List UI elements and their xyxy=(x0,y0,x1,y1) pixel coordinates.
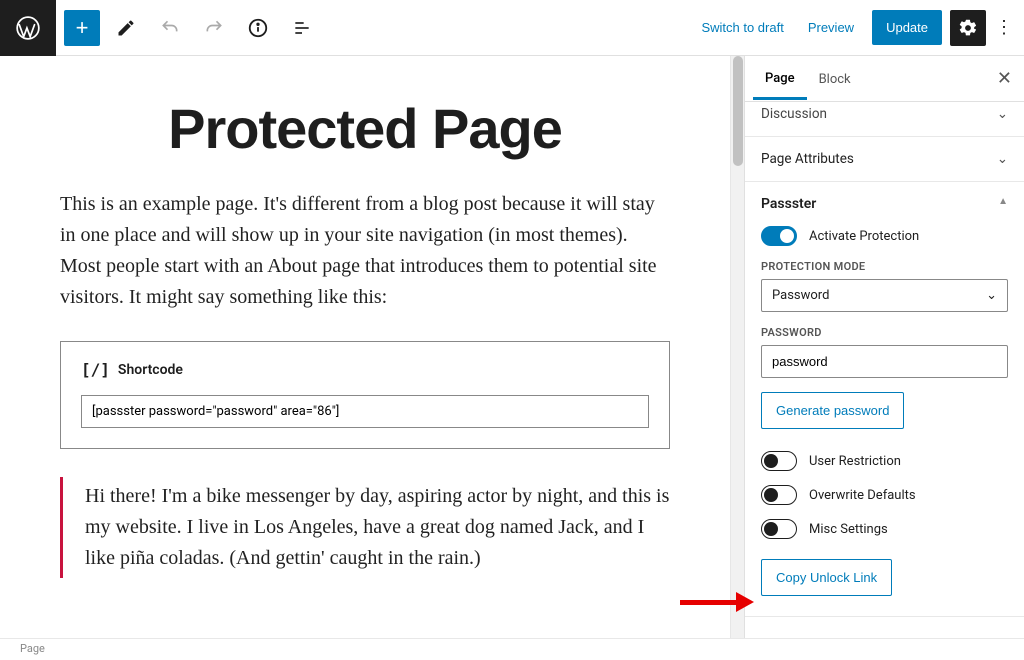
undo-button[interactable] xyxy=(152,10,188,46)
shortcode-header: [/] Shortcode xyxy=(81,360,649,379)
panel-passster-label: Passster xyxy=(761,196,816,212)
activate-protection-row: Activate Protection xyxy=(761,226,1008,246)
misc-settings-toggle[interactable] xyxy=(761,519,797,539)
overwrite-defaults-toggle[interactable] xyxy=(761,485,797,505)
activate-protection-toggle[interactable] xyxy=(761,226,797,246)
preview-button[interactable]: Preview xyxy=(796,12,866,43)
workspace: Protected Page This is an example page. … xyxy=(0,56,1024,660)
shortcode-block[interactable]: [/] Shortcode xyxy=(60,341,670,449)
paragraph-block[interactable]: This is an example page. It's different … xyxy=(60,189,670,313)
user-restriction-row: User Restriction xyxy=(761,451,1008,471)
breadcrumb-text: Page xyxy=(20,642,45,655)
settings-sidebar: Page Block ✕ Discussion ⌄ Page Attribute… xyxy=(744,56,1024,660)
chevron-down-icon: ⌄ xyxy=(986,288,997,303)
redo-button[interactable] xyxy=(196,10,232,46)
shortcode-input[interactable] xyxy=(81,395,649,428)
activate-protection-label: Activate Protection xyxy=(809,229,919,244)
editor-canvas[interactable]: Protected Page This is an example page. … xyxy=(0,56,730,660)
quote-block[interactable]: Hi there! I'm a bike messenger by day, a… xyxy=(60,477,670,578)
outline-button[interactable] xyxy=(284,10,320,46)
sidebar-tabs: Page Block ✕ xyxy=(745,56,1024,102)
tab-block[interactable]: Block xyxy=(807,58,863,99)
misc-settings-row: Misc Settings xyxy=(761,519,1008,539)
panel-page-attributes-label: Page Attributes xyxy=(761,151,854,167)
chevron-down-icon: ⌄ xyxy=(997,151,1008,167)
copy-unlock-link-button[interactable]: Copy Unlock Link xyxy=(761,559,892,596)
scrollbar-thumb[interactable] xyxy=(733,56,743,166)
add-block-button[interactable]: + xyxy=(64,10,100,46)
edit-tool-button[interactable] xyxy=(108,10,144,46)
sidebar-body: Discussion ⌄ Page Attributes ⌄ Passster … xyxy=(745,102,1024,660)
close-sidebar-button[interactable]: ✕ xyxy=(997,68,1012,89)
panel-discussion[interactable]: Discussion ⌄ xyxy=(745,102,1024,137)
protection-mode-value: Password xyxy=(772,288,829,303)
panel-page-attributes[interactable]: Page Attributes ⌄ xyxy=(745,137,1024,182)
password-input[interactable] xyxy=(761,345,1008,378)
panel-discussion-label: Discussion xyxy=(761,106,827,122)
top-toolbar: + Switch to draft Preview Update ⋮ xyxy=(0,0,1024,56)
page-title[interactable]: Protected Page xyxy=(60,96,670,161)
misc-settings-label: Misc Settings xyxy=(809,522,888,537)
user-restriction-toggle[interactable] xyxy=(761,451,797,471)
update-button[interactable]: Update xyxy=(872,10,942,45)
protection-mode-select[interactable]: Password ⌄ xyxy=(761,279,1008,312)
protection-mode-label: PROTECTION MODE xyxy=(761,260,1008,273)
more-options-button[interactable]: ⋮ xyxy=(992,17,1016,38)
overwrite-defaults-label: Overwrite Defaults xyxy=(809,488,916,503)
wordpress-logo[interactable] xyxy=(0,0,56,56)
generate-password-button[interactable]: Generate password xyxy=(761,392,904,429)
overwrite-defaults-row: Overwrite Defaults xyxy=(761,485,1008,505)
password-label: PASSWORD xyxy=(761,326,1008,339)
shortcode-label: Shortcode xyxy=(118,362,183,378)
panel-passster-header[interactable]: Passster ▲ xyxy=(761,196,1008,212)
chevron-down-icon: ⌄ xyxy=(997,106,1008,122)
editor-scrollbar[interactable] xyxy=(730,56,744,660)
collapse-icon: ▲ xyxy=(998,196,1008,212)
settings-button[interactable] xyxy=(950,10,986,46)
panel-passster: Passster ▲ Activate Protection PROTECTIO… xyxy=(745,182,1024,617)
user-restriction-label: User Restriction xyxy=(809,454,901,469)
shortcode-icon: [/] xyxy=(81,360,110,379)
switch-to-draft-button[interactable]: Switch to draft xyxy=(689,12,795,43)
tab-page[interactable]: Page xyxy=(753,57,807,100)
footer-breadcrumb: Page xyxy=(0,638,1024,660)
info-button[interactable] xyxy=(240,10,276,46)
